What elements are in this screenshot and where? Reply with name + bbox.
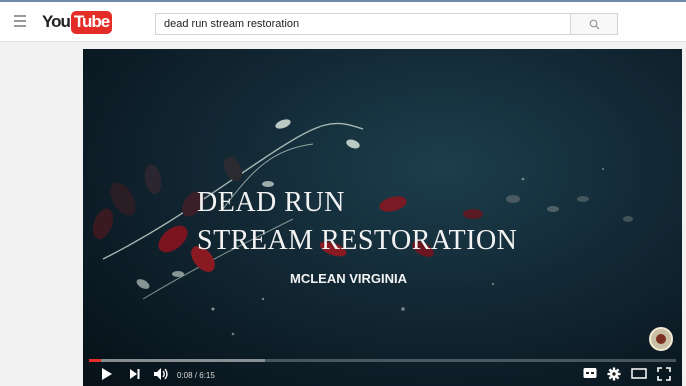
next-icon[interactable] [129,367,141,381]
logo-tube: Tube [70,10,113,34]
video-title-line1: DEAD RUN [197,187,345,218]
video-subtitle: MCLEAN VIRGINIA [290,271,407,286]
play-icon[interactable] [101,367,113,381]
player-controls: 0:08 / 6:15 [83,363,682,386]
floral-decoration [92,119,633,336]
logo-you: You [42,12,71,31]
youtube-logo[interactable]: You Tube [42,10,113,34]
fullscreen-icon[interactable] [657,367,671,381]
search-icon [589,19,600,30]
hamburger-icon[interactable] [14,15,26,27]
time-display: 0:08 / 6:15 [177,371,215,380]
masthead: You Tube dead run stream restoration [0,0,686,42]
captions-icon[interactable] [583,367,597,379]
progress-played [89,359,102,362]
theater-mode-icon[interactable] [631,367,647,379]
county-seal-icon [649,327,673,351]
video-player[interactable]: DEAD RUN STREAM RESTORATION MCLEAN VIRGI… [83,49,682,386]
progress-buffered [89,359,266,362]
progress-bar[interactable] [89,359,676,362]
search-input[interactable]: dead run stream restoration [155,13,571,35]
volume-icon[interactable] [153,367,169,381]
search-button[interactable] [570,13,618,35]
video-title-line2: STREAM RESTORATION [197,225,518,256]
search-query: dead run stream restoration [164,18,300,30]
gear-icon[interactable] [607,367,621,381]
